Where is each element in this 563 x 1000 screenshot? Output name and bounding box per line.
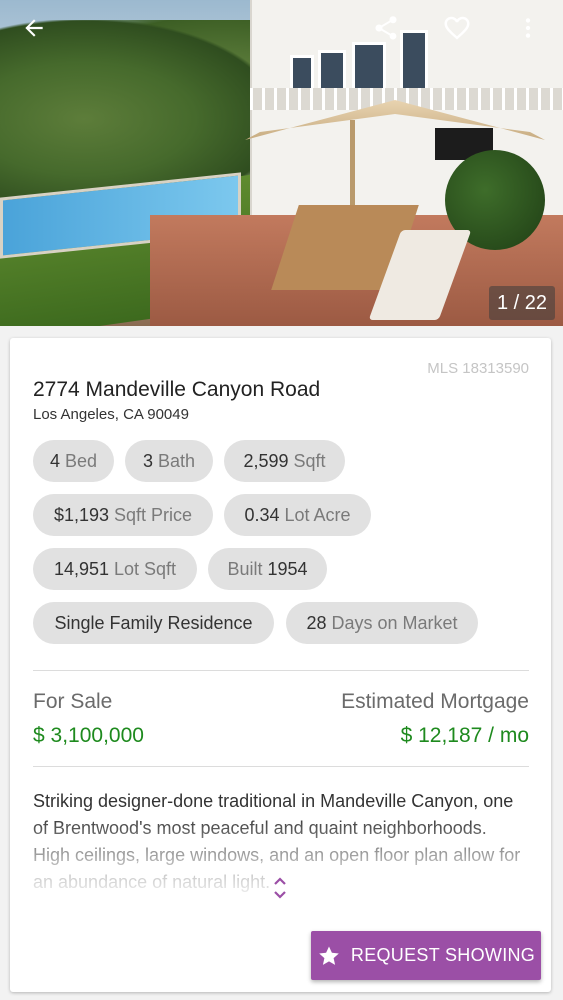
listing-photo[interactable]: 1 / 22 [0, 0, 563, 326]
chip-days-on-market: 28 Days on Market [286, 602, 478, 644]
divider [33, 670, 529, 671]
expand-description-icon[interactable] [272, 874, 288, 902]
chip-bed: 4 Bed [33, 440, 114, 482]
star-icon [317, 944, 341, 968]
photo-window [318, 50, 346, 91]
address-title: 2774 Mandeville Canyon Road [33, 378, 321, 401]
for-sale-label: For Sale [33, 690, 113, 713]
photo-window [352, 42, 386, 92]
chip-sqft-price: $1,193 Sqft Price [33, 494, 213, 536]
city-line: Los Angeles, CA 90049 [33, 406, 189, 423]
chip-property-type: Single Family Residence [33, 602, 274, 644]
divider [33, 766, 529, 767]
mls-number: MLS 18313590 [427, 360, 529, 377]
request-showing-label: REQUEST SHOWING [350, 945, 536, 965]
request-showing-button[interactable]: REQUEST SHOWING [311, 931, 541, 980]
back-arrow-icon[interactable] [16, 10, 52, 46]
chip-lot-sqft: 14,951 Lot Sqft [33, 548, 197, 590]
mortgage-label: Estimated Mortgage [341, 690, 529, 713]
heart-icon[interactable] [439, 10, 475, 46]
photo-counter: 1 / 22 [488, 286, 555, 320]
listing-card: MLS 18313590 2774 Mandeville Canyon Road… [10, 338, 551, 992]
sale-price: $ 3,100,000 [33, 724, 144, 747]
share-icon[interactable] [368, 10, 404, 46]
chip-sqft: 2,599 Sqft [224, 440, 345, 482]
photo-window [290, 55, 314, 91]
chip-lot-acre: 0.34 Lot Acre [224, 494, 371, 536]
chip-bath: 3 Bath [125, 440, 213, 482]
more-vert-icon[interactable] [510, 10, 546, 46]
mortgage-price: $ 12,187 / mo [400, 724, 529, 747]
chip-built: Built 1954 [208, 548, 327, 590]
photo-window [400, 30, 428, 91]
